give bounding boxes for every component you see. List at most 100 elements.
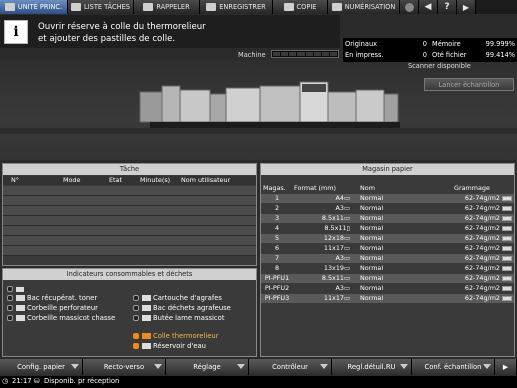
job-row[interactable] [3, 186, 256, 196]
job-row[interactable] [3, 226, 256, 236]
paper-tray-row[interactable]: 7 A3▭ Normal 62-74g/m2 [261, 254, 514, 263]
tray-weight: 62-74g/m2 [464, 254, 500, 262]
machine-diagram-area [0, 60, 517, 160]
tray-id: 3 [274, 214, 280, 222]
status-bar: ◷ 21:17 ⛁ Disponib. pr réception [0, 376, 517, 388]
job-row[interactable] [3, 196, 256, 206]
next-page-button[interactable]: ▶ [495, 359, 517, 375]
paper-tray-row[interactable]: 6 11x17▭ Normal 62-74g/m2 [261, 244, 514, 253]
tray-paper-name: Normal [360, 224, 384, 232]
paper-tray-row[interactable]: 4 8.5x11▯ Normal 62-74g/m2 [261, 224, 514, 233]
tray-weight: 62-74g/m2 [464, 234, 500, 242]
tray-paper-name: Normal [360, 204, 384, 212]
tray-format: 8.5x11▭ [321, 274, 350, 282]
printing-value: 0 [422, 51, 427, 59]
paper-table-header: Magas. Format (mm) Nom Grammage [261, 184, 514, 193]
message-line-2: et ajouter des pastilles de colle. [38, 34, 176, 44]
globe-icon [404, 2, 414, 12]
consumable-glue-alert[interactable]: Colle thermorelieur [133, 332, 219, 341]
top-tab-bar: UNITÉ PRINC. LISTE TÂCHES RAPPELER ENREG… [0, 0, 517, 14]
job-col-user: Nom utilisateur [181, 176, 231, 184]
tray-weight: 62-74g/m2 [464, 194, 500, 202]
ru-detail-button[interactable]: Regl.détuil.RU [332, 359, 412, 375]
tray-format: 8.5x11▭ [321, 214, 350, 222]
originals-value: 0 [422, 40, 427, 48]
tray-format: 12x18▭ [323, 234, 350, 242]
consumable-trimmer-blade: Butée lame massicot [133, 314, 225, 323]
paper-col-format: Format (mm) [294, 184, 336, 192]
start-sample-button[interactable]: Lancer échantillon [424, 78, 514, 91]
dropdown-icon [320, 364, 328, 369]
menu-button[interactable]: ▶ [457, 0, 476, 14]
paper-setting-button[interactable]: Config. papier [0, 359, 83, 375]
paper-tray-row[interactable]: PI-PFU2 A3▭ Normal 62-74g/m2 [261, 284, 514, 293]
controller-button[interactable]: Contrôleur [249, 359, 332, 375]
tab-scan[interactable]: NUMÉRISATION [328, 0, 400, 14]
tray-paper-name: Normal [360, 244, 384, 252]
tray-weight: 62-74g/m2 [464, 264, 500, 272]
message-line-1: Ouvrir réserve à colle du thermorelieur [38, 22, 206, 32]
job-row[interactable] [3, 216, 256, 226]
paper-tray-row[interactable]: 1 A4▭ Normal 62-74g/m2 [261, 194, 514, 203]
tray-id: 1 [274, 194, 280, 202]
duplex-button[interactable]: Recto-verso [83, 359, 166, 375]
machine-label: Machine [238, 51, 266, 59]
tab-copy[interactable]: COPIE [273, 0, 328, 14]
originals-label: Originaux [345, 40, 378, 48]
water-tank-icon [142, 343, 151, 349]
tray-id: 5 [274, 234, 280, 242]
paper-tray-row[interactable]: 5 12x18▭ Normal 62-74g/m2 [261, 234, 514, 243]
toner-bin-icon [16, 295, 25, 301]
tray-paper-name: Normal [360, 194, 384, 202]
paper-table-body: 1 A4▭ Normal 62-74g/m2 2 A3▭ Normal 62-74g/m2 3 8… [261, 194, 514, 304]
consumable-staple-cartridge: Cartouche d'agrafes [133, 294, 222, 303]
help-button[interactable]: ? [438, 0, 457, 14]
paper-tray-row[interactable]: PI-PFU3 11x17▭ Normal 62-74g/m2 [261, 294, 514, 303]
paper-tray-row[interactable]: PI-PFU1 8.5x11▭ Normal 62-74g/m2 [261, 274, 514, 283]
tray-weight: 62-74g/m2 [464, 204, 500, 212]
speaker-icon: ◀ [424, 2, 432, 12]
memory-label: Mémoire [432, 40, 461, 48]
consumables-panel: Indicateurs consommables et déchets Bac … [2, 268, 257, 357]
consumable-trimmer-bin: Corbeille massicot chasse [7, 314, 115, 323]
tray-format: A3▭ [335, 284, 350, 292]
consumable-water-tank: Réservoir d'eau [133, 342, 206, 351]
scanner-status: Scanner disponible [408, 62, 471, 70]
trimmer-bin-icon [16, 315, 25, 321]
job-table-header: N° Mode Etat Minute(s) Nom utilisateur [3, 176, 256, 185]
tray-level-gauge [502, 266, 512, 271]
tray-format: A3▭ [335, 254, 350, 262]
tray-level-gauge [502, 196, 512, 201]
save-icon [206, 3, 217, 11]
tray-paper-name: Normal [360, 254, 384, 262]
arrow-right-icon: ▶ [502, 363, 509, 371]
printing-label: En impress. [345, 51, 384, 59]
tray-format: 11x17▭ [323, 294, 350, 302]
dropdown-icon [483, 364, 491, 369]
recall-icon [143, 3, 154, 11]
job-row[interactable] [3, 246, 256, 256]
paper-tray-row[interactable]: 8 13x19▭ Normal 62-74g/m2 [261, 264, 514, 273]
dropdown-icon [237, 364, 245, 369]
tray-level-gauge [502, 296, 512, 301]
job-row[interactable] [3, 236, 256, 246]
tab-save[interactable]: ENREGISTRER [200, 0, 273, 14]
paper-tray-panel: Magasin papier Magas. Format (mm) Nom Gr… [260, 163, 515, 357]
dropdown-icon [71, 364, 79, 369]
dropdown-icon [400, 364, 408, 369]
sample-config-button[interactable]: Conf. échantillon [412, 359, 495, 375]
tray-format: A3▭ [335, 204, 350, 212]
tray-format: 13x19▭ [323, 264, 350, 272]
network-button[interactable] [400, 0, 419, 14]
job-row[interactable] [3, 206, 256, 216]
tab-main-unit[interactable]: UNITÉ PRINC. [0, 0, 68, 14]
tab-recall[interactable]: RAPPELER [134, 0, 200, 14]
tray-level-gauge [502, 216, 512, 221]
tab-job-list[interactable]: LISTE TÂCHES [68, 0, 134, 14]
paper-tray-row[interactable]: 2 A3▭ Normal 62-74g/m2 [261, 204, 514, 213]
volume-button[interactable]: ◀ [419, 0, 438, 14]
tray-paper-name: Normal [360, 264, 384, 272]
paper-tray-row[interactable]: 3 8.5x11▭ Normal 62-74g/m2 [261, 214, 514, 223]
menu-arrow-icon: ▶ [462, 2, 470, 12]
adjustment-button[interactable]: Réglage [166, 359, 249, 375]
